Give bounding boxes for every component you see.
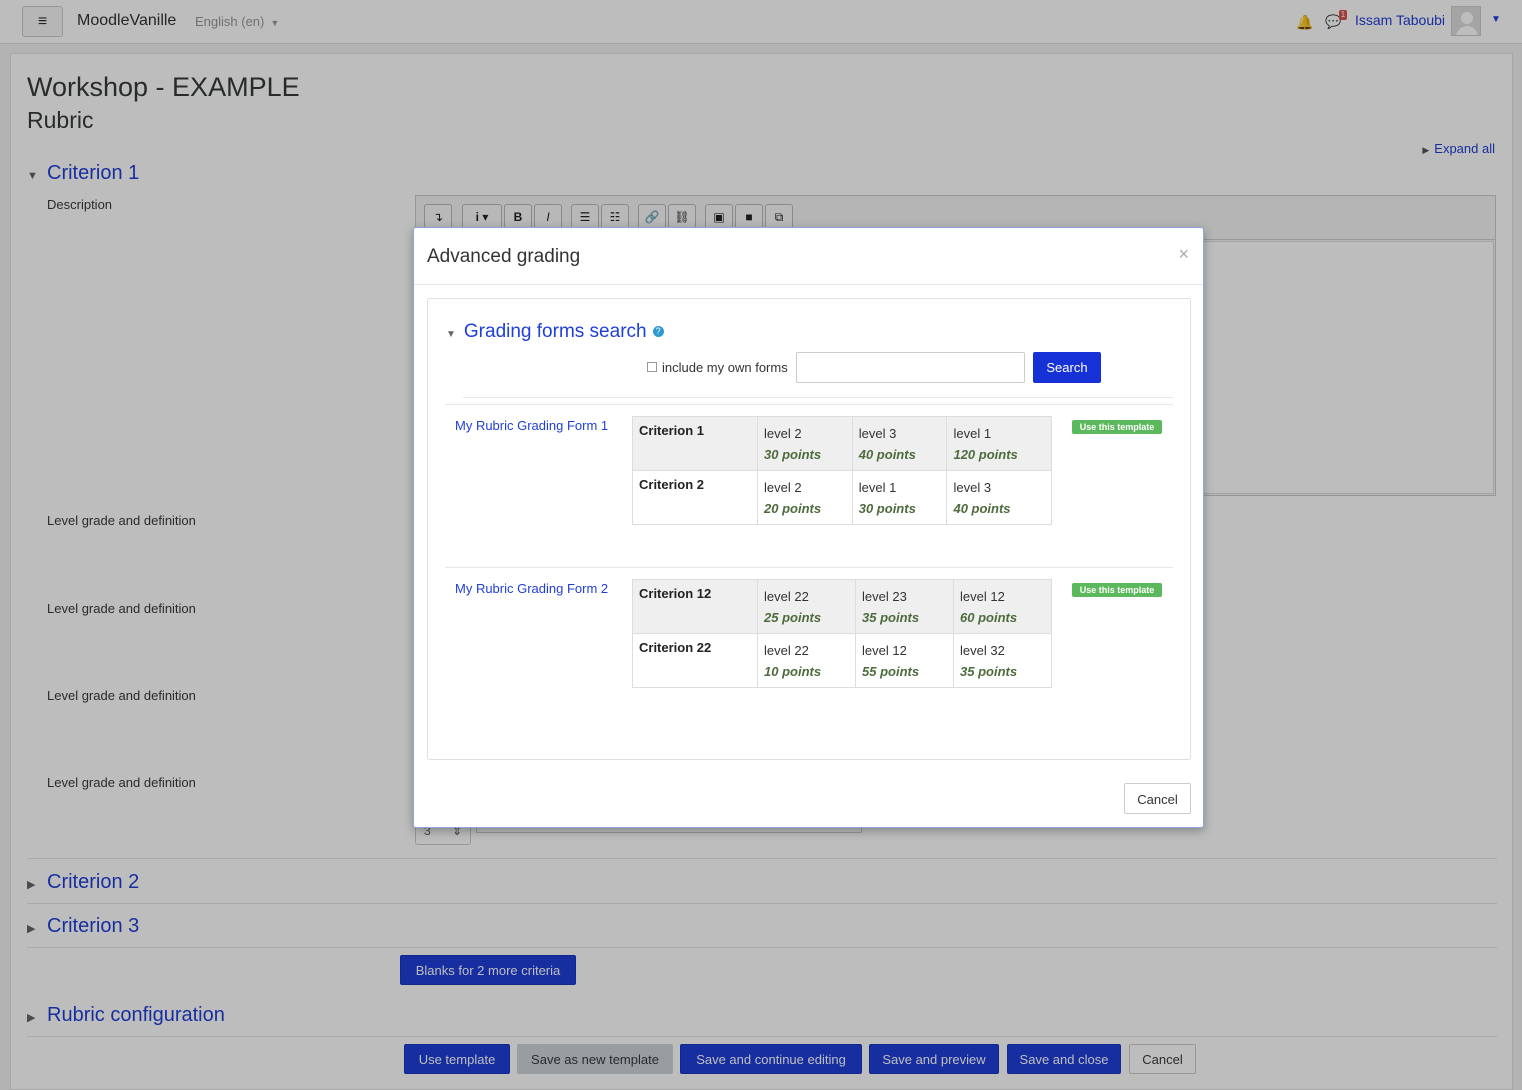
results-divider bbox=[445, 567, 1173, 568]
level-points: 120 points bbox=[953, 447, 1018, 462]
form-1-rubric-table: Criterion 1 level 2 30 points level 3 40 p… bbox=[632, 416, 1052, 525]
level-name: level 1 bbox=[858, 480, 897, 495]
table-row: Criterion 1 level 2 30 points level 3 40 p… bbox=[632, 416, 1052, 471]
criterion-cell: Criterion 1 bbox=[632, 416, 758, 471]
level-points: 40 points bbox=[858, 447, 916, 462]
include-own-forms-label: include my own forms bbox=[662, 360, 788, 375]
level-points: 10 points bbox=[764, 664, 822, 679]
level-cell: level 32 35 points bbox=[953, 633, 1052, 688]
level-points: 60 points bbox=[960, 610, 1018, 625]
level-name: level 32 bbox=[960, 643, 1005, 658]
search-button[interactable]: Search bbox=[1033, 352, 1101, 383]
search-input[interactable] bbox=[796, 352, 1025, 383]
search-divider bbox=[463, 397, 1173, 398]
level-name: level 23 bbox=[862, 589, 907, 604]
level-name: level 3 bbox=[953, 480, 992, 495]
modal-cancel-button[interactable]: Cancel bbox=[1124, 783, 1191, 814]
grading-forms-search-title: Grading forms search bbox=[463, 321, 647, 342]
criterion-cell: Criterion 12 bbox=[632, 579, 758, 634]
level-cell: level 22 25 points bbox=[757, 579, 856, 634]
close-icon[interactable]: × bbox=[1178, 244, 1189, 265]
criterion-cell: Criterion 22 bbox=[632, 633, 758, 688]
table-row: Criterion 12 level 22 25 points level 23 3… bbox=[632, 579, 1052, 634]
table-row: Criterion 2 level 2 20 points level 1 30 p… bbox=[632, 470, 1052, 525]
level-cell: level 12 55 points bbox=[855, 633, 954, 688]
triangle-down-icon: ▼ bbox=[446, 329, 456, 340]
level-name: level 12 bbox=[862, 643, 907, 658]
level-cell: level 3 40 points bbox=[946, 470, 1052, 525]
level-cell: level 1 30 points bbox=[851, 470, 948, 525]
level-cell: level 2 30 points bbox=[757, 416, 853, 471]
level-cell: level 12 60 points bbox=[953, 579, 1052, 634]
level-points: 20 points bbox=[764, 501, 822, 516]
table-row: Criterion 22 level 22 10 points level 12 5… bbox=[632, 633, 1052, 688]
level-points: 25 points bbox=[764, 610, 822, 625]
level-cell: level 23 35 points bbox=[855, 579, 954, 634]
level-name: level 3 bbox=[858, 426, 897, 441]
level-points: 35 points bbox=[862, 610, 920, 625]
level-points: 35 points bbox=[960, 664, 1018, 679]
form-2-rubric-table: Criterion 12 level 22 25 points level 23 3… bbox=[632, 579, 1052, 688]
results-divider bbox=[445, 404, 1173, 405]
include-own-forms-checkbox[interactable] bbox=[647, 362, 657, 372]
help-icon[interactable]: ? bbox=[652, 326, 664, 338]
modal-title: Advanced grading bbox=[427, 246, 581, 267]
level-name: level 2 bbox=[764, 426, 802, 441]
level-points: 30 points bbox=[858, 501, 916, 516]
grading-forms-panel: ▼ Grading forms search? include my own fo… bbox=[427, 298, 1191, 760]
level-cell: level 22 10 points bbox=[757, 633, 856, 688]
level-cell: level 2 20 points bbox=[757, 470, 853, 525]
level-name: level 22 bbox=[764, 643, 809, 658]
form-2-link[interactable]: My Rubric Grading Form 2 bbox=[455, 581, 608, 596]
level-cell: level 1 120 points bbox=[946, 416, 1052, 471]
criterion-cell: Criterion 2 bbox=[632, 470, 758, 525]
use-this-template-button-2[interactable]: Use this template bbox=[1072, 583, 1162, 597]
level-points: 55 points bbox=[862, 664, 920, 679]
form-1-link[interactable]: My Rubric Grading Form 1 bbox=[455, 418, 608, 433]
level-name: level 12 bbox=[960, 589, 1005, 604]
level-cell: level 3 40 points bbox=[851, 416, 948, 471]
level-points: 40 points bbox=[953, 501, 1011, 516]
level-name: level 2 bbox=[764, 480, 802, 495]
grading-forms-search-header[interactable]: ▼ Grading forms search? bbox=[446, 321, 664, 343]
advanced-grading-dialog: Advanced grading × ▼ Grading forms search… bbox=[413, 227, 1204, 828]
level-name: level 1 bbox=[953, 426, 992, 441]
modal-header-divider bbox=[414, 284, 1203, 285]
level-name: level 22 bbox=[764, 589, 809, 604]
use-this-template-button-1[interactable]: Use this template bbox=[1072, 420, 1162, 434]
level-points: 30 points bbox=[764, 447, 822, 462]
